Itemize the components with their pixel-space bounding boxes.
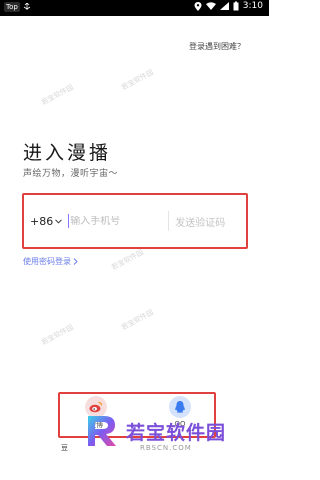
password-login-label: 使用密码登录 [23, 257, 71, 266]
country-code: +86 [30, 214, 54, 228]
brand-watermark: 若宝软件园 RBSCN.COM [82, 408, 262, 478]
watermark: 若宝软件园 [120, 308, 155, 332]
brand-url: RBSCN.COM [140, 444, 192, 452]
phone-row: +86 发送验证码 [30, 208, 242, 234]
phone-login-box: +86 发送验证码 [22, 193, 248, 249]
divider [168, 211, 170, 231]
text-cursor [68, 214, 70, 228]
send-code-button[interactable]: 发送验证码 [175, 214, 225, 229]
status-right: 3:10 [194, 1, 263, 11]
phone-input[interactable] [70, 215, 161, 227]
page-subtitle: 声绘万物，漫听宇宙～ [23, 169, 119, 179]
brand-name: 若宝软件园 [126, 422, 227, 444]
app-badge: Top [4, 2, 20, 12]
signal-icon [219, 2, 229, 10]
brand-logo-icon [88, 416, 116, 446]
chevron-down-icon [55, 218, 63, 224]
chevron-right-icon [73, 258, 78, 265]
usb-icon [23, 3, 31, 10]
status-time: 3:10 [242, 1, 263, 11]
watermark: 若宝软件园 [40, 83, 75, 107]
battery-icon [233, 1, 239, 11]
status-bar: Top 3:10 [0, 0, 269, 16]
watermark: 若宝软件园 [110, 248, 145, 272]
status-left: Top [4, 2, 31, 12]
country-code-selector[interactable]: +86 [30, 214, 63, 228]
location-icon [194, 1, 202, 11]
wifi-icon [205, 2, 216, 10]
watermark: 若宝软件园 [120, 68, 155, 92]
password-login-link[interactable]: 使用密码登录 [23, 256, 78, 267]
page-title: 进入漫播 [23, 142, 112, 164]
login-help-link[interactable]: 登录遇到困难？ [189, 41, 245, 52]
watermark: 若宝软件园 [40, 323, 75, 347]
agreement-text: 豆 [61, 444, 68, 452]
